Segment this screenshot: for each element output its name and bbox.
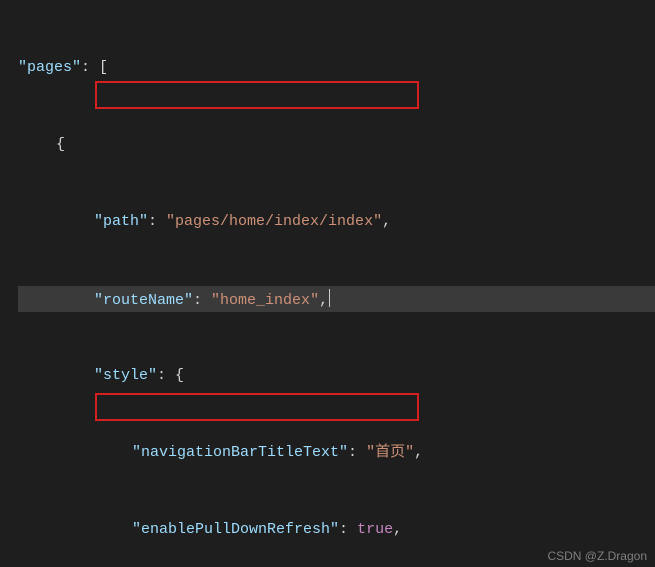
code-line: "enablePullDownRefresh": true, — [18, 517, 655, 543]
code-line: "path": "pages/home/index/index", — [18, 209, 655, 235]
code-line-highlight: "routeName": "home_index", — [18, 286, 655, 312]
text-cursor — [329, 289, 330, 307]
code-line: "pages": [ — [18, 55, 655, 81]
watermark: CSDN @Z.Dragon — [547, 549, 647, 563]
code-editor[interactable]: "pages": [ { "path": "pages/home/index/i… — [0, 0, 655, 567]
code-line: { — [18, 132, 655, 158]
code-line: "style": { — [18, 363, 655, 389]
code-line: "navigationBarTitleText": "首页", — [18, 440, 655, 466]
key-pages: "pages" — [18, 59, 81, 76]
